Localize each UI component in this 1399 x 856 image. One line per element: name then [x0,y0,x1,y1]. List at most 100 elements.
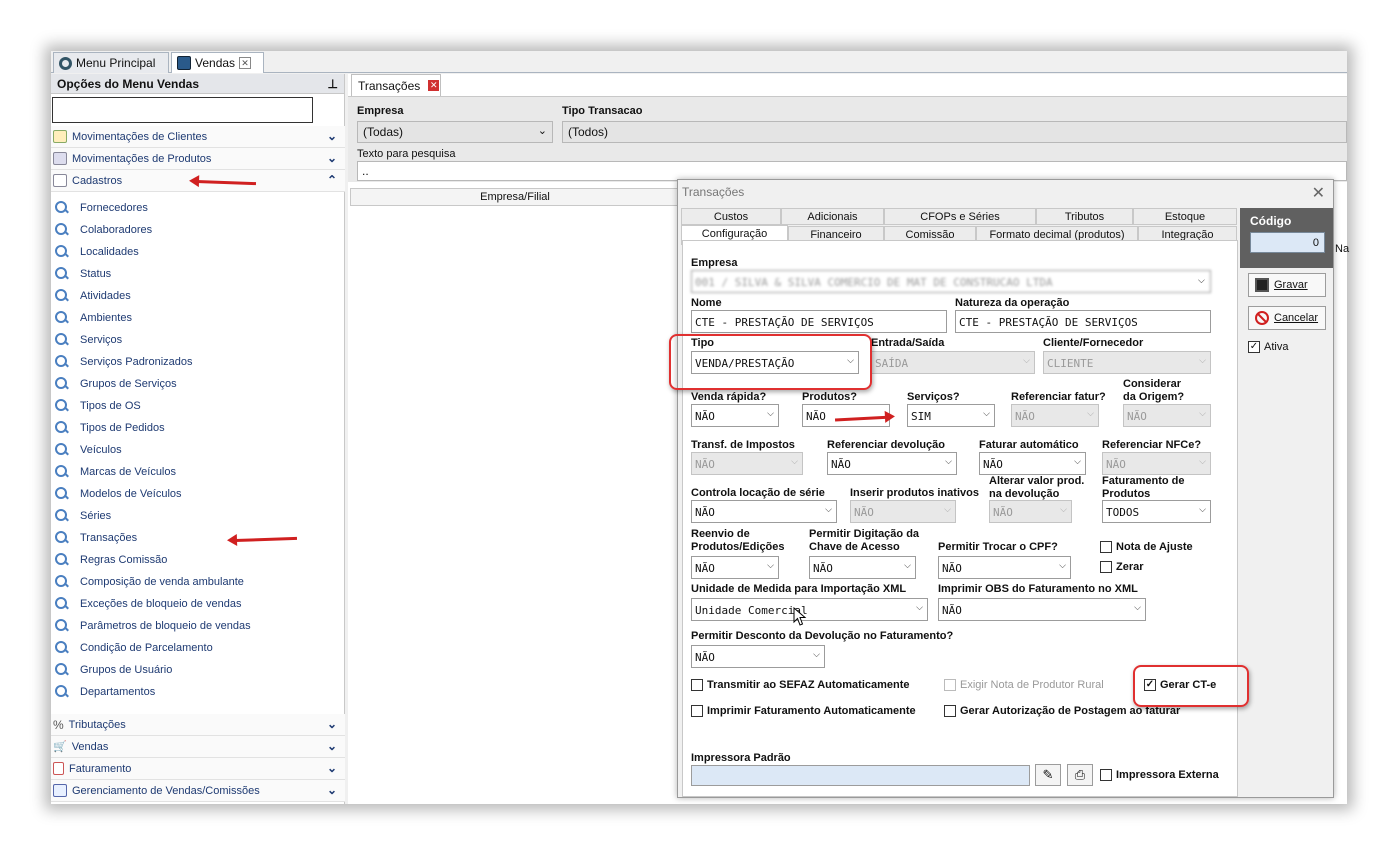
ref-fatur-select[interactable]: NÃO ⌵ [1011,404,1099,427]
sidebar-item[interactable]: Ambientes [51,308,345,328]
close-icon[interactable]: ✕ [1312,183,1325,203]
printer-icon[interactable]: ⎙ [1067,764,1093,786]
tab-custos[interactable]: Custos [681,208,781,225]
sidebar-item[interactable]: Condição de Parcelamento [51,638,345,658]
sidebar-item[interactable]: Serviços Padronizados [51,352,345,372]
empresa-filter-label: Empresa [357,105,404,117]
tab-estoque[interactable]: Estoque [1133,208,1237,225]
search-icon [55,223,69,237]
close-icon[interactable]: ✕ [428,80,440,91]
save-icon [1255,278,1269,292]
exigir-label: Exigir Nota de Produtor Rural [960,679,1104,691]
sidebar-search-input[interactable] [52,97,313,123]
chevron-down-icon: ⌵ [767,409,774,419]
edit-printer-icon[interactable]: ✎ [1035,764,1061,786]
sidebar: Opções do Menu Vendas ⊥ Movimentações de… [51,74,345,804]
sidebar-item[interactable]: Modelos de Veículos [51,484,345,504]
sidebar-item[interactable]: Exceções de bloqueio de vendas [51,594,345,614]
sidebar-item[interactable]: Fornecedores [51,198,345,218]
ref-nfce-select[interactable]: NÃO ⌵ [1102,452,1211,475]
cliente-fornecedor-select[interactable]: CLIENTE ⌵ [1043,351,1211,374]
sidebar-item-label: Modelos de Veículos [80,488,182,500]
sidebar-item[interactable]: Localidades [51,242,345,262]
sidebar-item[interactable]: Parâmetros de bloqueio de vendas [51,616,345,636]
group-movimentacoes-produtos[interactable]: Movimentações de Produtos ⌄ [51,148,345,170]
chevron-down-icon: ⌵ [825,505,832,515]
group-gerenciamento[interactable]: Gerenciamento de Vendas/Comissões ⌄ [51,780,345,802]
transmitir-sefaz-checkbox[interactable]: Transmitir ao SEFAZ Automaticamente [691,679,910,691]
group-vendas[interactable]: 🛒 Vendas ⌄ [51,736,345,758]
impressora-input[interactable] [691,765,1030,786]
sidebar-item[interactable]: Serviços [51,330,345,350]
tab-transacoes[interactable]: Transações ✕ [351,74,441,96]
sidebar-item[interactable]: Tipos de Pedidos [51,418,345,438]
zerar-checkbox[interactable]: Zerar [1100,561,1144,573]
natureza-input[interactable]: CTE - PRESTAÇÃO DE SERVIÇOS [955,310,1211,333]
tab-tributos[interactable]: Tributos [1036,208,1133,225]
group-movimentacoes-clientes[interactable]: Movimentações de Clientes ⌄ [51,126,345,148]
sidebar-item[interactable]: Colaboradores [51,220,345,240]
tab-vendas[interactable]: Vendas ✕ [171,52,264,73]
controla-select[interactable]: NÃO ⌵ [691,500,837,523]
sidebar-item[interactable]: Regras Comissão [51,550,345,570]
unidade-select[interactable]: Unidade Comercial ⌵ [691,598,928,621]
desconto-select[interactable]: NÃO ⌵ [691,645,825,668]
permitir-dig-select[interactable]: NÃO ⌵ [809,556,916,579]
unidade-label: Unidade de Medida para Importação XML [691,583,907,595]
tipo-transacao-value: (Todos) [568,125,609,139]
nota-ajuste-checkbox[interactable]: Nota de Ajuste [1100,541,1193,553]
products-icon [53,152,67,165]
sidebar-item[interactable]: Atividades [51,286,345,306]
gravar-button[interactable]: Gravar [1248,273,1326,297]
chevron-down-icon: ⌵ [1074,457,1081,467]
servicos-select[interactable]: SIM ⌵ [907,404,995,427]
texto-pesquisa-input[interactable]: .. [357,161,1347,181]
imprimir-faturamento-checkbox[interactable]: Imprimir Faturamento Automaticamente [691,705,916,717]
nome-input[interactable]: CTE - PRESTAÇÃO DE SERVIÇOS [691,310,947,333]
alterar-select[interactable]: NÃO ⌵ [989,500,1072,523]
close-icon[interactable]: ✕ [239,57,252,69]
permitir-cpf-value: NÃO [942,562,962,575]
imprimir-obs-select[interactable]: NÃO ⌵ [938,598,1146,621]
zerar-label: Zerar [1116,561,1144,573]
transf-select[interactable]: NÃO ⌵ [691,452,803,475]
inserir-select[interactable]: NÃO ⌵ [850,500,956,523]
empresa-select[interactable]: 001 / SILVA & SILVA COMERCIO DE MAT DE C… [691,270,1211,293]
entrada-saida-select[interactable]: SAÍDA ⌵ [871,351,1035,374]
permitir-cpf-select[interactable]: NÃO ⌵ [938,556,1071,579]
reenvio-select[interactable]: NÃO ⌵ [691,556,779,579]
search-icon [55,443,69,457]
sidebar-item[interactable]: Grupos de Serviços [51,374,345,394]
sidebar-item[interactable]: Séries [51,506,345,526]
group-faturamento[interactable]: Faturamento ⌄ [51,758,345,780]
impressora-externa-checkbox[interactable]: Impressora Externa [1100,769,1219,781]
codigo-input[interactable]: 0 [1250,232,1325,253]
tab-adicionais[interactable]: Adicionais [781,208,884,225]
venda-rapida-select[interactable]: NÃO ⌵ [691,404,779,427]
tab-menu-principal[interactable]: Menu Principal [53,52,169,73]
nome-label: Nome [691,297,722,309]
empresa-filter-select[interactable]: (Todas) ⌄ [357,121,553,143]
sidebar-item[interactable]: Status [51,264,345,284]
sidebar-item[interactable]: Marcas de Veículos [51,462,345,482]
sidebar-item[interactable]: Transações [51,528,345,548]
fat-prod-select[interactable]: TODOS ⌵ [1102,500,1211,523]
group-label: Vendas [71,740,109,753]
ref-devol-select[interactable]: NÃO ⌵ [827,452,957,475]
imprimir-obs-label: Imprimir OBS do Faturamento no XML [938,583,1138,595]
sidebar-item[interactable]: Departamentos [51,682,345,702]
group-tributacoes[interactable]: % Tributações ⌄ [51,714,345,736]
pin-icon[interactable]: ⊥ [328,77,338,91]
sidebar-item[interactable]: Tipos de OS [51,396,345,416]
tab-cfops-series[interactable]: CFOPs e Séries [884,208,1036,225]
tipo-transacao-select[interactable]: (Todos) [562,121,1347,143]
faturar-select[interactable]: NÃO ⌵ [979,452,1086,475]
considerar-select[interactable]: NÃO ⌵ [1123,404,1211,427]
cancelar-button[interactable]: Cancelar [1248,306,1326,330]
ativa-checkbox[interactable]: ✓ Ativa [1248,341,1288,353]
grid-header-empresa[interactable]: Empresa/Filial [350,188,680,206]
sidebar-item[interactable]: Grupos de Usuário [51,660,345,680]
sidebar-item[interactable]: Composição de venda ambulante [51,572,345,592]
exigir-nota-checkbox[interactable]: Exigir Nota de Produtor Rural [944,679,1104,691]
sidebar-item[interactable]: Veículos [51,440,345,460]
